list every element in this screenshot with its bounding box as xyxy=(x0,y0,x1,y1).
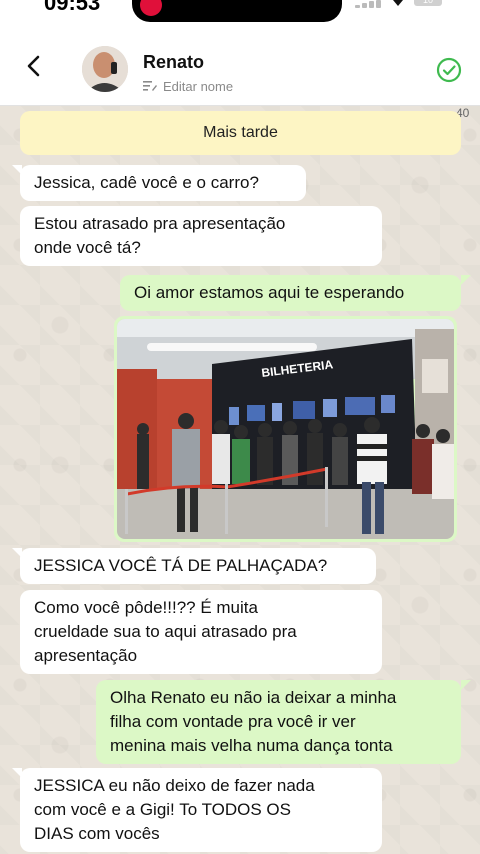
incoming-message[interactable]: Como você pôde!!!?? É muita crueldade su… xyxy=(20,590,382,674)
bubble-tail xyxy=(12,548,22,558)
message-line: filha com vontade pra você ir ver xyxy=(110,712,356,731)
time-notice: Mais tarde xyxy=(20,111,461,155)
contact-name[interactable]: Renato xyxy=(143,52,204,73)
edit-name-label: Editar nome xyxy=(163,78,234,94)
bubble-tail xyxy=(461,680,471,690)
cinema-photo[interactable]: BILHETERIA xyxy=(117,319,454,539)
message-text: JESSICA VOCÊ TÁ DE PALHAÇADA? xyxy=(34,556,328,575)
message-line: menina mais velha numa dança tonta xyxy=(110,736,393,755)
message-text: Jessica, cadê você e o carro? xyxy=(34,173,259,192)
incoming-message[interactable]: JESSICA eu não deixo de fazer nada com v… xyxy=(20,768,382,852)
message-line: apresentação xyxy=(34,646,138,665)
message-text: Oi amor estamos aqui te esperando xyxy=(134,283,405,302)
bubble-tail xyxy=(12,768,22,778)
message-line: JESSICA eu não deixo de fazer nada xyxy=(34,776,315,795)
message-line: onde você tá? xyxy=(34,238,141,257)
confirm-check-icon[interactable] xyxy=(436,57,462,83)
message-line: Olha Renato eu não ia deixar a minha xyxy=(110,688,397,707)
battery-icon: 10 xyxy=(414,0,442,6)
bubble-tail xyxy=(12,165,22,175)
chat-header: Renato Editar nome xyxy=(0,24,480,106)
incoming-message[interactable]: Estou atrasado pra apresentação onde voc… xyxy=(20,206,382,266)
outgoing-message[interactable]: Oi amor estamos aqui te esperando xyxy=(120,275,461,311)
message-line: Como você pôde!!!?? É muita xyxy=(34,598,258,617)
status-bar: 09:53 10 xyxy=(0,0,480,24)
outgoing-message[interactable]: Olha Renato eu não ia deixar a minha fil… xyxy=(96,680,461,764)
avatar[interactable] xyxy=(82,46,128,92)
bubble-tail xyxy=(461,275,471,285)
outgoing-photo-message[interactable]: BILHETERIA xyxy=(114,316,457,542)
recording-indicator-icon xyxy=(140,0,162,16)
edit-name-button[interactable]: Editar nome xyxy=(143,77,233,95)
status-time: 09:53 xyxy=(44,0,101,15)
signal-icon xyxy=(355,0,383,8)
dynamic-island xyxy=(132,0,342,22)
message-line: com você e a Gigi! To TODOS OS xyxy=(34,800,291,819)
wifi-icon xyxy=(393,0,403,6)
message-line: crueldade sua to aqui atrasado pra xyxy=(34,622,297,641)
incoming-message[interactable]: Jessica, cadê você e o carro? xyxy=(20,165,306,201)
edit-lines-icon xyxy=(143,81,157,91)
incoming-message[interactable]: JESSICA VOCÊ TÁ DE PALHAÇADA? xyxy=(20,548,376,584)
back-arrow-icon[interactable] xyxy=(22,54,46,78)
message-line: DIAS com vocês xyxy=(34,824,160,843)
message-line: Estou atrasado pra apresentação xyxy=(34,214,286,233)
